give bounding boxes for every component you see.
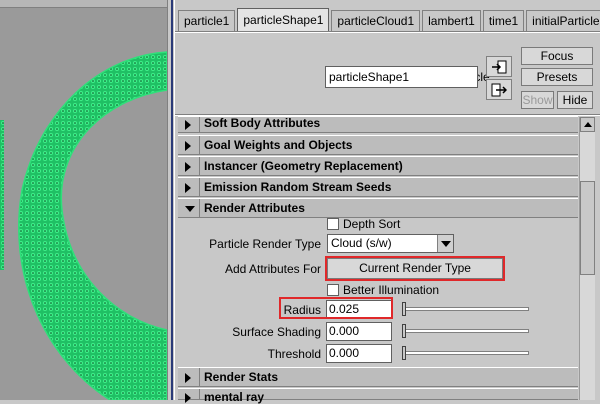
expand-arrow-icon (185, 393, 191, 403)
load-output-button[interactable] (486, 79, 512, 100)
frame-label: Instancer (Geometry Replacement) (204, 159, 403, 173)
frame-render-stats[interactable]: Render Stats (178, 367, 578, 387)
expand-arrow-icon (185, 141, 191, 151)
surface-shading-field[interactable]: 0.000 (326, 322, 392, 341)
frame-divider (199, 117, 200, 133)
attribute-editor: particle1 particleShape1 particleCloud1 … (175, 0, 600, 404)
frame-label: Render Stats (204, 370, 279, 384)
tab-time1[interactable]: time1 (482, 10, 525, 32)
better-illumination-label: Better Illumination (343, 283, 440, 297)
threshold-slider-handle[interactable] (402, 346, 406, 360)
frame-divider (199, 136, 200, 155)
frame-label: Emission Random Stream Seeds (204, 180, 392, 194)
highlight-box-render-type (325, 256, 505, 281)
threshold-field[interactable]: 0.000 (326, 344, 392, 363)
add-attributes-label: Add Attributes For (224, 262, 321, 276)
node-name-field[interactable]: particleShape1 (325, 66, 478, 88)
tab-lambert1[interactable]: lambert1 (422, 10, 481, 32)
depth-sort-label: Depth Sort (343, 217, 401, 231)
frame-divider (199, 178, 200, 197)
scroll-up-button[interactable] (580, 117, 595, 132)
tab-particle1[interactable]: particle1 (178, 10, 236, 32)
expand-arrow-icon (185, 183, 191, 193)
particle-render-type-dropdown[interactable]: Cloud (s/w) (327, 234, 454, 253)
tab-particleshape1[interactable]: particleShape1 (237, 8, 330, 32)
threshold-label: Threshold (267, 347, 321, 361)
node-tabs: particle1 particleShape1 particleCloud1 … (178, 8, 600, 32)
frame-render-attributes[interactable]: Render Attributes (178, 198, 578, 218)
expand-arrow-icon (185, 373, 191, 383)
surface-shading-slider[interactable] (402, 329, 529, 333)
load-input-icon (492, 60, 507, 73)
frame-divider (199, 157, 200, 176)
particle-render-type-label: Particle Render Type (209, 237, 321, 251)
frame-goal-weights[interactable]: Goal Weights and Objects (178, 135, 578, 155)
tab-initialparticlese[interactable]: initialParticleSE (526, 10, 600, 32)
expand-arrow-icon (185, 162, 191, 172)
surface-shading-label: Surface Shading (232, 325, 321, 339)
radius-slider[interactable] (402, 307, 529, 311)
scrollbar-thumb[interactable] (580, 181, 595, 275)
radius-slider-handle[interactable] (402, 302, 406, 316)
threshold-slider[interactable] (402, 351, 529, 355)
particle-cloud-render (0, 51, 167, 400)
collapse-arrow-icon (185, 206, 195, 212)
load-input-button[interactable] (486, 56, 512, 77)
presets-button[interactable]: Presets (521, 68, 593, 86)
hide-button[interactable]: Hide (557, 91, 593, 109)
frame-label: Soft Body Attributes (204, 116, 321, 130)
viewport-panel[interactable] (0, 0, 167, 400)
expand-arrow-icon (185, 120, 191, 130)
attributes-scrollbar[interactable] (579, 117, 595, 400)
load-output-icon (491, 83, 507, 96)
frame-instancer[interactable]: Instancer (Geometry Replacement) (178, 156, 578, 176)
surface-shading-slider-handle[interactable] (402, 324, 406, 338)
frame-label: Render Attributes (204, 201, 305, 215)
particle-render-type-value: Cloud (s/w) (331, 236, 392, 250)
frame-divider (199, 389, 200, 400)
show-button[interactable]: Show (521, 91, 554, 109)
frame-label: mental ray (204, 390, 265, 404)
chevron-down-icon[interactable] (437, 235, 453, 252)
frame-divider (199, 199, 200, 218)
frame-mental-ray[interactable]: mental ray (178, 388, 578, 404)
frame-soft-body-attributes[interactable]: Soft Body Attributes (178, 116, 578, 133)
focus-button[interactable]: Focus (521, 47, 593, 65)
tab-divider-highlight (175, 32, 600, 33)
frame-divider (199, 368, 200, 387)
frame-emission-seeds[interactable]: Emission Random Stream Seeds (178, 177, 578, 197)
panel-divider-line (171, 0, 173, 400)
better-illumination-checkbox[interactable] (327, 284, 339, 296)
highlight-box-radius (279, 297, 393, 319)
depth-sort-checkbox[interactable] (327, 218, 339, 230)
frame-label: Goal Weights and Objects (204, 138, 353, 152)
tab-particlecloud1[interactable]: particleCloud1 (331, 10, 421, 32)
